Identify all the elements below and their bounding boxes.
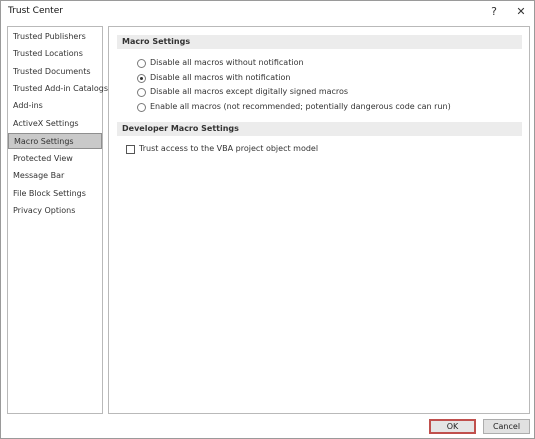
sidebar-item-trusted-locations[interactable]: Trusted Locations	[8, 46, 102, 62]
radio-label: Disable all macros without notification	[150, 58, 304, 67]
sidebar-item-privacy-options[interactable]: Privacy Options	[8, 203, 102, 219]
sidebar-item-file-block-settings[interactable]: File Block Settings	[8, 186, 102, 202]
radio-button[interactable]	[137, 88, 146, 97]
trust-vba-checkbox[interactable]	[126, 145, 135, 154]
sidebar-item-message-bar[interactable]: Message Bar	[8, 168, 102, 184]
sidebar: Trusted Publishers Trusted Locations Tru…	[7, 26, 108, 414]
sidebar-item-trusted-publishers[interactable]: Trusted Publishers	[8, 29, 102, 45]
radio-button[interactable]	[137, 103, 146, 112]
macro-settings-header: Macro Settings	[117, 35, 522, 49]
trust-vba-label: Trust access to the VBA project object m…	[139, 144, 319, 153]
radio-button[interactable]	[137, 59, 146, 68]
sidebar-item-activex-settings[interactable]: ActiveX Settings	[8, 116, 102, 132]
radio-button-selected[interactable]	[137, 74, 146, 83]
sidebar-item-add-ins[interactable]: Add-ins	[8, 98, 102, 114]
trust-center-dialog: Trust Center ? ✕ Trusted Publishers Trus…	[0, 0, 535, 439]
sidebar-item-protected-view[interactable]: Protected View	[8, 151, 102, 167]
sidebar-item-trusted-add-in-catalogs[interactable]: Trusted Add-in Catalogs	[8, 81, 108, 97]
ok-button[interactable]: OK	[429, 419, 476, 434]
sidebar-item-trusted-documents[interactable]: Trusted Documents	[8, 64, 102, 80]
developer-macro-settings-header: Developer Macro Settings	[117, 122, 522, 136]
help-icon[interactable]: ?	[485, 4, 503, 20]
sidebar-item-macro-settings[interactable]: Macro Settings	[8, 133, 102, 149]
dialog-title: Trust Center	[8, 6, 63, 16]
radio-dot-icon	[140, 77, 143, 80]
radio-label: Disable all macros except digitally sign…	[150, 87, 349, 96]
title-bar: Trust Center ? ✕	[1, 1, 534, 23]
radio-label: Disable all macros with notification	[150, 73, 291, 82]
radio-label: Enable all macros (not recommended; pote…	[150, 102, 451, 111]
cancel-button[interactable]: Cancel	[483, 419, 530, 434]
settings-panel: Macro Settings Disable all macros withou…	[108, 26, 530, 414]
close-icon[interactable]: ✕	[512, 4, 530, 20]
